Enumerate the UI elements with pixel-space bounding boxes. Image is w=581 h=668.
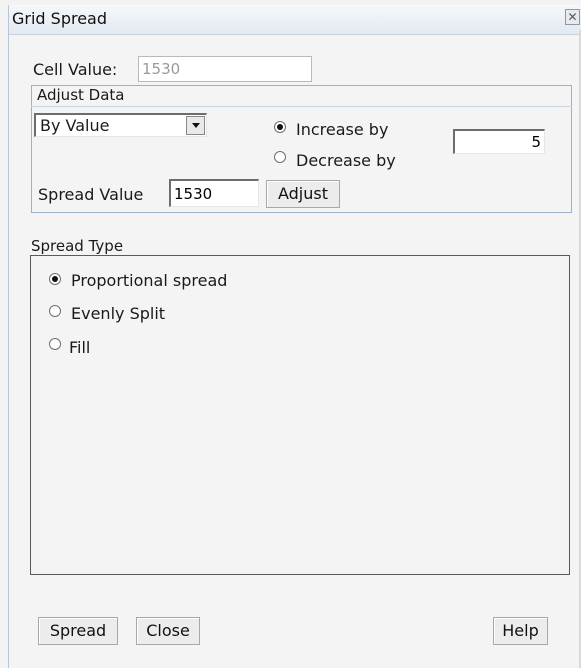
adjust-data-legend: Adjust Data: [37, 86, 125, 104]
adjust-mode-select[interactable]: By Value: [34, 113, 207, 137]
adjust-amount-field[interactable]: [453, 129, 545, 154]
fill-radio[interactable]: [49, 338, 61, 350]
evenly-split-radio[interactable]: [49, 305, 61, 317]
help-button[interactable]: Help: [493, 617, 548, 645]
decrease-by-label: Decrease by: [296, 151, 396, 170]
decrease-by-radio[interactable]: [274, 151, 286, 163]
adjust-data-divider: [31, 106, 572, 107]
cell-value-field[interactable]: [138, 56, 312, 82]
proportional-spread-radio[interactable]: [49, 273, 61, 285]
spread-type-panel: [30, 255, 570, 575]
fill-label: Fill: [69, 338, 91, 357]
adjust-button[interactable]: Adjust: [266, 180, 340, 208]
evenly-split-label: Evenly Split: [71, 304, 166, 323]
spread-button[interactable]: Spread: [38, 617, 118, 645]
grid-spread-dialog: Grid Spread ✕ Cell Value: Adjust Data By…: [8, 5, 581, 668]
close-button[interactable]: Close: [136, 617, 200, 645]
close-icon[interactable]: ✕: [565, 9, 580, 25]
chevron-down-icon[interactable]: [186, 116, 205, 135]
spread-value-label: Spread Value: [38, 185, 144, 204]
title-bar[interactable]: Grid Spread ✕: [9, 5, 581, 35]
cell-value-label: Cell Value:: [33, 60, 118, 79]
increase-by-label: Increase by: [296, 120, 389, 139]
proportional-spread-label: Proportional spread: [71, 271, 228, 290]
dialog-title: Grid Spread: [12, 9, 108, 28]
increase-by-radio[interactable]: [274, 121, 286, 133]
spread-type-legend: Spread Type: [31, 237, 124, 255]
spread-value-field[interactable]: [169, 179, 259, 207]
adjust-mode-value: By Value: [40, 116, 110, 135]
